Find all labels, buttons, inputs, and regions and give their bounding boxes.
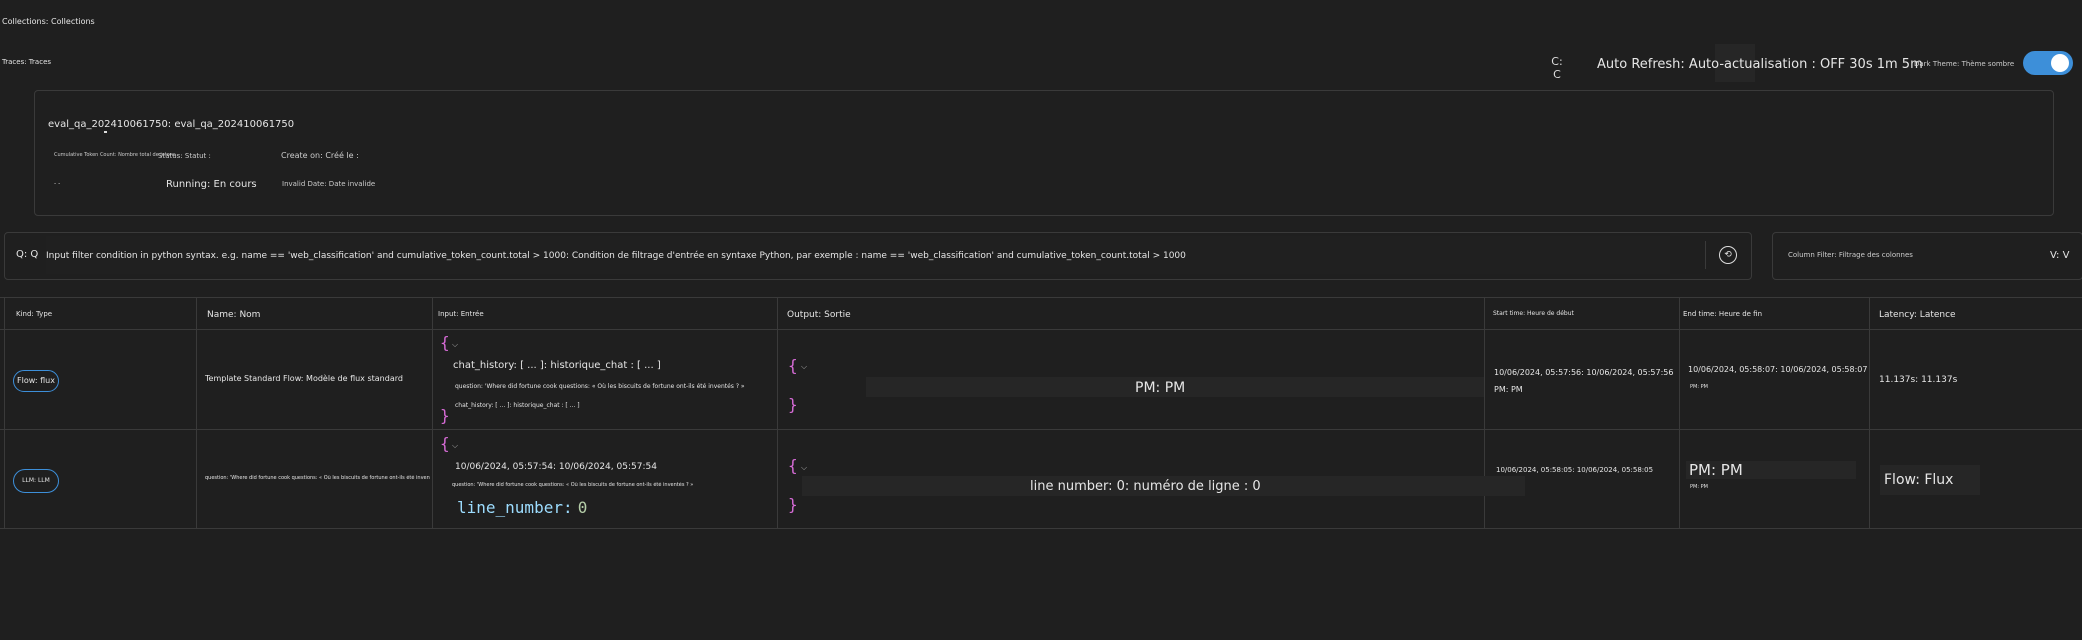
output-close-brace: } [788,395,798,414]
status-value: Running: En cours [166,179,257,190]
output-close-brace: } [788,495,798,514]
latency: 11.137s: 11.137s [1879,375,1958,385]
input-close-brace: } [440,406,450,425]
output-open-brace: { [788,356,798,375]
chevron-down-icon[interactable]: ⌵ [801,463,807,473]
collections-label[interactable]: Collections: Collections [2,17,95,26]
end-time-suffix: PM: PM [1690,384,1708,390]
query-label: Q: Q [16,249,39,260]
created-label: Create on: Créé le : [281,151,359,160]
run-name-underline [104,131,107,133]
chevron-down-icon[interactable]: ⌵ [452,340,458,350]
header-input[interactable]: Input: Entrée [438,310,484,318]
input-open-brace: { [440,434,450,453]
created-value: Invalid Date: Date invalide [282,180,376,188]
start-time: 10/06/2024, 05:57:56: 10/06/2024, 05:57:… [1494,368,1674,394]
table-header-border [0,329,2082,330]
dark-theme-toggle[interactable] [2023,51,2073,75]
row-name[interactable]: Template Standard Flow: Modèle de flux s… [205,374,425,383]
refresh-icon[interactable]: C: C [1548,55,1566,81]
traces-label[interactable]: Traces: Traces [2,58,51,66]
chevron-down-icon[interactable]: ⌵ [452,441,458,451]
col-divider [1869,297,1870,529]
input-key: line_number [457,498,563,517]
chevron-down-icon[interactable]: ⌵ [801,362,807,372]
status-label: Status: Statut : [158,152,211,160]
header-start-time[interactable]: Start time: Heure de début [1493,310,1574,317]
col-divider [1679,297,1680,529]
header-output[interactable]: Output: Sortie [787,310,851,320]
output-text: line number: 0: numéro de ligne : 0 [1030,479,1261,494]
input-value: 0 [577,498,588,517]
kind-badge[interactable]: LLM: LLM [13,469,59,493]
input-question: question: 'Where did fortune cook questi… [452,482,694,488]
col-divider [777,297,778,529]
output-open-brace: { [788,456,798,475]
token-count-value: - - [54,180,61,187]
filter-divider [1705,241,1706,269]
input-timestamp: 10/06/2024, 05:57:54: 10/06/2024, 05:57:… [455,462,657,472]
end-time: PM: PM [1689,461,1743,479]
filter-placeholder[interactable]: Input filter condition in python syntax.… [46,251,1186,261]
latency: Flow: Flux [1884,472,1954,488]
input-chat-history-collapsed: chat_history: [ ... ]: historique_chat :… [455,402,580,409]
end-time: 10/06/2024, 05:58:07: 10/06/2024, 05:58:… [1688,365,1868,374]
start-time: 10/06/2024, 05:58:05: 10/06/2024, 05:58:… [1496,466,1654,474]
column-filter-chevron-icon[interactable]: V: V [2050,250,2069,261]
header-name[interactable]: Name: Nom [207,310,260,320]
input-question: question: 'Where did fortune cook questi… [455,383,745,390]
history-icon[interactable]: ⟲ [1719,246,1737,264]
header-latency[interactable]: Latency: Latence [1879,310,1956,320]
row-divider [0,528,2082,529]
col-divider [4,297,5,529]
col-divider [196,297,197,529]
run-name: eval_qa_202410061750: eval_qa_2024100617… [48,119,295,130]
column-filter-label: Column Filter: Filtrage des colonnes [1788,251,1913,259]
input-colon: : [562,498,573,517]
end-time-suffix: PM: PM [1690,484,1708,490]
row-divider [0,429,2082,430]
table-top-border [0,297,2082,298]
toggle-knob [2051,54,2069,72]
header-end-time[interactable]: End time: Heure de fin [1683,310,1762,318]
col-divider [432,297,433,529]
dark-theme-label: Dark Theme: Thème sombre [1914,60,2015,68]
auto-refresh-control[interactable]: Auto Refresh: Auto-actualisation : OFF 3… [1597,57,1923,72]
input-open-brace: { [440,333,450,352]
header-kind[interactable]: Kind: Type [16,310,52,318]
output-text: PM: PM [1135,380,1186,396]
input-line-number: line_number: 0 [457,498,587,517]
kind-badge[interactable]: Flow: flux [13,370,59,392]
row-name[interactable]: question: 'Where did fortune cook questi… [205,475,430,481]
input-chat-history: chat_history: [ ... ]: historique_chat :… [453,360,661,371]
